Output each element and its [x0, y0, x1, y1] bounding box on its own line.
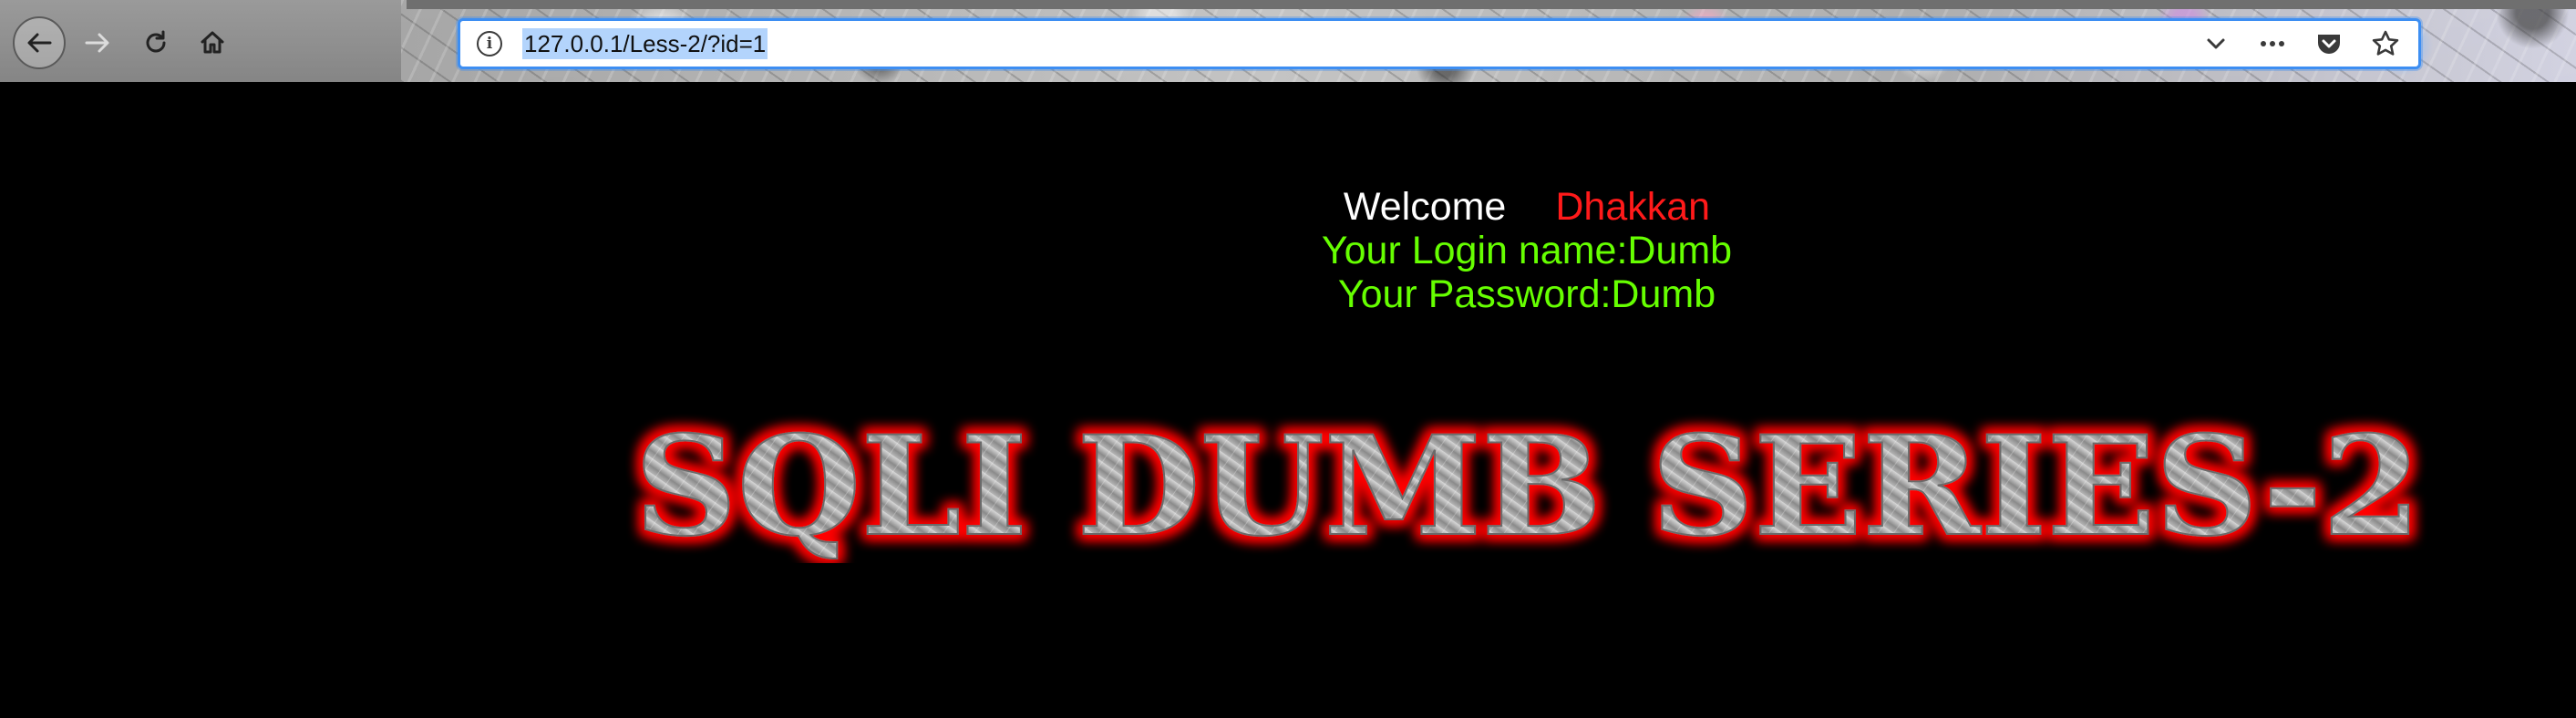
pocket-button[interactable]	[2313, 27, 2345, 60]
more-horizontal-icon	[2261, 41, 2284, 46]
back-button[interactable]	[13, 16, 66, 69]
welcome-line: Welcome Dhakkan	[0, 184, 2576, 230]
pocket-icon	[2318, 35, 2340, 54]
page-content: Welcome Dhakkan Your Login name:Dumb Your…	[0, 82, 2576, 718]
home-button[interactable]	[190, 20, 235, 66]
reload-button[interactable]	[133, 20, 179, 66]
address-bar[interactable]: i 127.0.0.1/Less-2/?id=1	[458, 18, 2421, 69]
page-actions-button[interactable]	[2256, 27, 2289, 60]
url-actions	[2200, 21, 2402, 67]
arrow-left-icon	[27, 33, 52, 53]
title-banner-graphic: SQLI DUMB SERIES-2	[634, 408, 2422, 563]
login-name-line: Your Login name:Dumb	[1321, 229, 1733, 272]
home-icon	[201, 31, 224, 54]
history-dropdown-button[interactable]	[2200, 27, 2232, 60]
welcome-label: Welcome	[1343, 185, 1507, 229]
title-banner: SQLI DUMB SERIES-2	[625, 408, 2430, 563]
banner-title-text: SQLI DUMB SERIES-2	[634, 408, 2421, 563]
welcome-name: Dhakkan	[1555, 185, 1711, 229]
info-icon[interactable]: i	[477, 31, 502, 56]
star-icon	[2372, 30, 2399, 56]
arrow-right-icon	[85, 33, 109, 53]
forward-button[interactable]	[75, 20, 120, 66]
url-text[interactable]: 127.0.0.1/Less-2/?id=1	[522, 28, 768, 59]
browser-toolbar: i 127.0.0.1/Less-2/?id=1	[0, 0, 2576, 82]
toolbar-theme-strip	[407, 0, 2576, 9]
password-line: Your Password:Dumb	[1337, 272, 1716, 316]
bookmark-button[interactable]	[2369, 27, 2402, 60]
chevron-down-icon	[2207, 38, 2225, 49]
reload-icon	[146, 30, 166, 53]
